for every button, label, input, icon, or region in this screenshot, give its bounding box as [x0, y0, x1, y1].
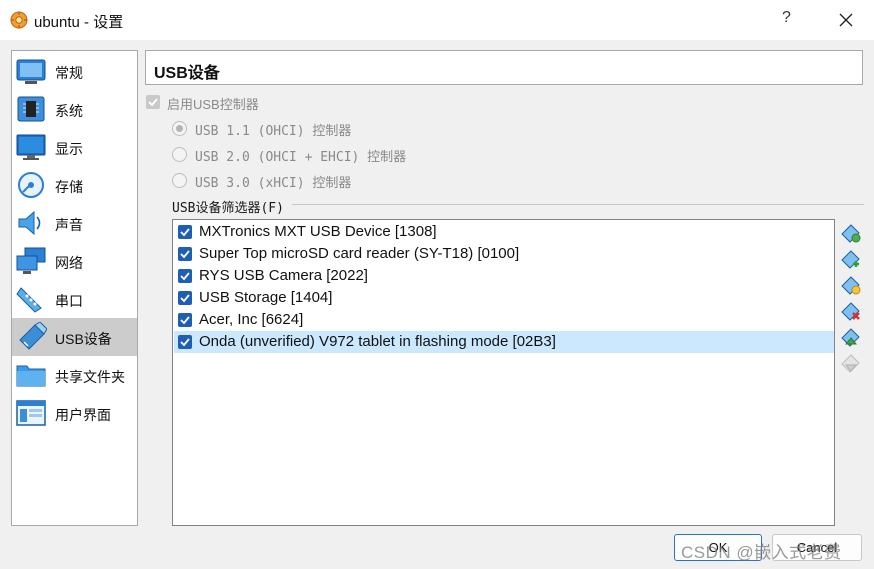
list-item[interactable]: MXTronics MXT USB Device [1308] [174, 221, 834, 243]
usb-icon [19, 322, 47, 350]
network-icon [16, 247, 46, 274]
enable-usb-label: 启用USB控制器 [167, 97, 259, 112]
add-empty-filter-icon[interactable] [840, 222, 862, 244]
sidebar-item-storage[interactable]: 存储 [12, 166, 137, 204]
settings-sidebar: 常规 系统 显示 存储 声音 网络 串口 USB设备 共享文件夹 用户界面 [11, 50, 138, 526]
list-item[interactable]: Super Top microSD card reader (SY-T18) [… [174, 243, 834, 265]
radio-label-usb-3-0: USB 3.0 (xHCI) 控制器 [195, 176, 352, 191]
sidebar-item-label: 用户界面 [55, 407, 111, 423]
move-filter-down-icon[interactable] [840, 352, 862, 374]
display-monitor-icon [16, 134, 46, 160]
sidebar-item-label: 常规 [55, 65, 83, 81]
checkmark-icon [180, 338, 190, 347]
window-title: ubuntu - 设置 [34, 14, 124, 31]
radio-label-usb-1-1: USB 1.1 (OHCI) 控制器 [195, 124, 352, 139]
filter-label: Onda (unverified) V972 tablet in flashin… [199, 333, 556, 350]
filter-checkbox[interactable] [178, 225, 192, 239]
general-icon [16, 59, 46, 84]
radio-usb-3-0[interactable] [172, 173, 187, 188]
usb-filter-list[interactable]: MXTronics MXT USB Device [1308] Super To… [172, 219, 835, 526]
sidebar-item-label: 系统 [55, 103, 83, 119]
checkmark-icon [180, 272, 190, 281]
sidebar-item-label: 存储 [55, 179, 83, 195]
filter-checkbox[interactable] [178, 313, 192, 327]
group-divider [292, 204, 864, 205]
checkmark-icon [148, 98, 158, 107]
add-filter-from-device-icon[interactable] [840, 248, 862, 270]
radio-usb-1-1[interactable] [172, 121, 187, 136]
usb-filters-label: USB设备筛选器(F) [172, 197, 288, 216]
edit-filter-icon[interactable] [840, 274, 862, 296]
sidebar-item-label: 串口 [55, 293, 83, 309]
filter-label: Super Top microSD card reader (SY-T18) [… [199, 245, 520, 262]
virtualbox-gear-icon [10, 11, 28, 29]
sidebar-item-audio[interactable]: 声音 [12, 204, 137, 242]
filter-label: Acer, Inc [6624] [199, 311, 304, 328]
filter-checkbox[interactable] [178, 247, 192, 261]
sidebar-item-system[interactable]: 系统 [12, 90, 137, 128]
list-item[interactable]: RYS USB Camera [2022] [174, 265, 834, 287]
checkmark-icon [180, 316, 190, 325]
filter-label: USB Storage [1404] [199, 289, 333, 306]
page-header: USB设备 [145, 50, 863, 85]
sidebar-item-user-interface[interactable]: 用户界面 [12, 394, 137, 432]
sidebar-item-label: USB设备 [55, 331, 112, 347]
radio-usb-2-0[interactable] [172, 147, 187, 162]
sidebar-item-label: 共享文件夹 [55, 369, 125, 385]
remove-filter-icon[interactable] [840, 300, 862, 322]
sidebar-item-usb[interactable]: USB设备 [12, 318, 137, 356]
audio-speaker-icon [18, 210, 41, 236]
checkmark-icon [180, 228, 190, 237]
sidebar-item-network[interactable]: 网络 [12, 242, 137, 280]
filter-checkbox[interactable] [178, 269, 192, 283]
checkmark-icon [180, 250, 190, 259]
sidebar-item-label: 显示 [55, 141, 83, 157]
sidebar-item-serial[interactable]: 串口 [12, 280, 137, 318]
filter-label: RYS USB Camera [2022] [199, 267, 368, 284]
title-bar: ubuntu - 设置 ? [0, 0, 874, 40]
list-item[interactable]: USB Storage [1404] [174, 287, 834, 309]
sidebar-item-shared-folders[interactable]: 共享文件夹 [12, 356, 137, 394]
close-icon[interactable] [836, 8, 856, 30]
enable-usb-checkbox[interactable] [146, 95, 160, 109]
move-filter-up-icon[interactable] [840, 326, 862, 348]
list-item[interactable]: Acer, Inc [6624] [174, 309, 834, 331]
shared-folder-icon [16, 365, 46, 387]
sidebar-item-label: 网络 [55, 255, 83, 271]
system-chip-icon [17, 96, 45, 122]
filter-checkbox[interactable] [178, 335, 192, 349]
sidebar-item-label: 声音 [55, 217, 83, 233]
list-item[interactable]: Onda (unverified) V972 tablet in flashin… [174, 331, 834, 353]
serial-port-icon [16, 287, 42, 313]
user-interface-icon [16, 400, 46, 426]
filter-checkbox[interactable] [178, 291, 192, 305]
storage-disc-icon [18, 172, 44, 198]
help-button[interactable]: ? [782, 9, 791, 27]
cancel-button[interactable]: Cancel [772, 534, 862, 561]
sidebar-item-general[interactable]: 常规 [12, 52, 137, 90]
page-title: USB设备 [154, 65, 220, 82]
checkmark-icon [180, 294, 190, 303]
radio-label-usb-2-0: USB 2.0 (OHCI + EHCI) 控制器 [195, 150, 407, 165]
ok-button[interactable]: OK [674, 534, 762, 561]
sidebar-item-display[interactable]: 显示 [12, 128, 137, 166]
filter-label: MXTronics MXT USB Device [1308] [199, 223, 437, 240]
